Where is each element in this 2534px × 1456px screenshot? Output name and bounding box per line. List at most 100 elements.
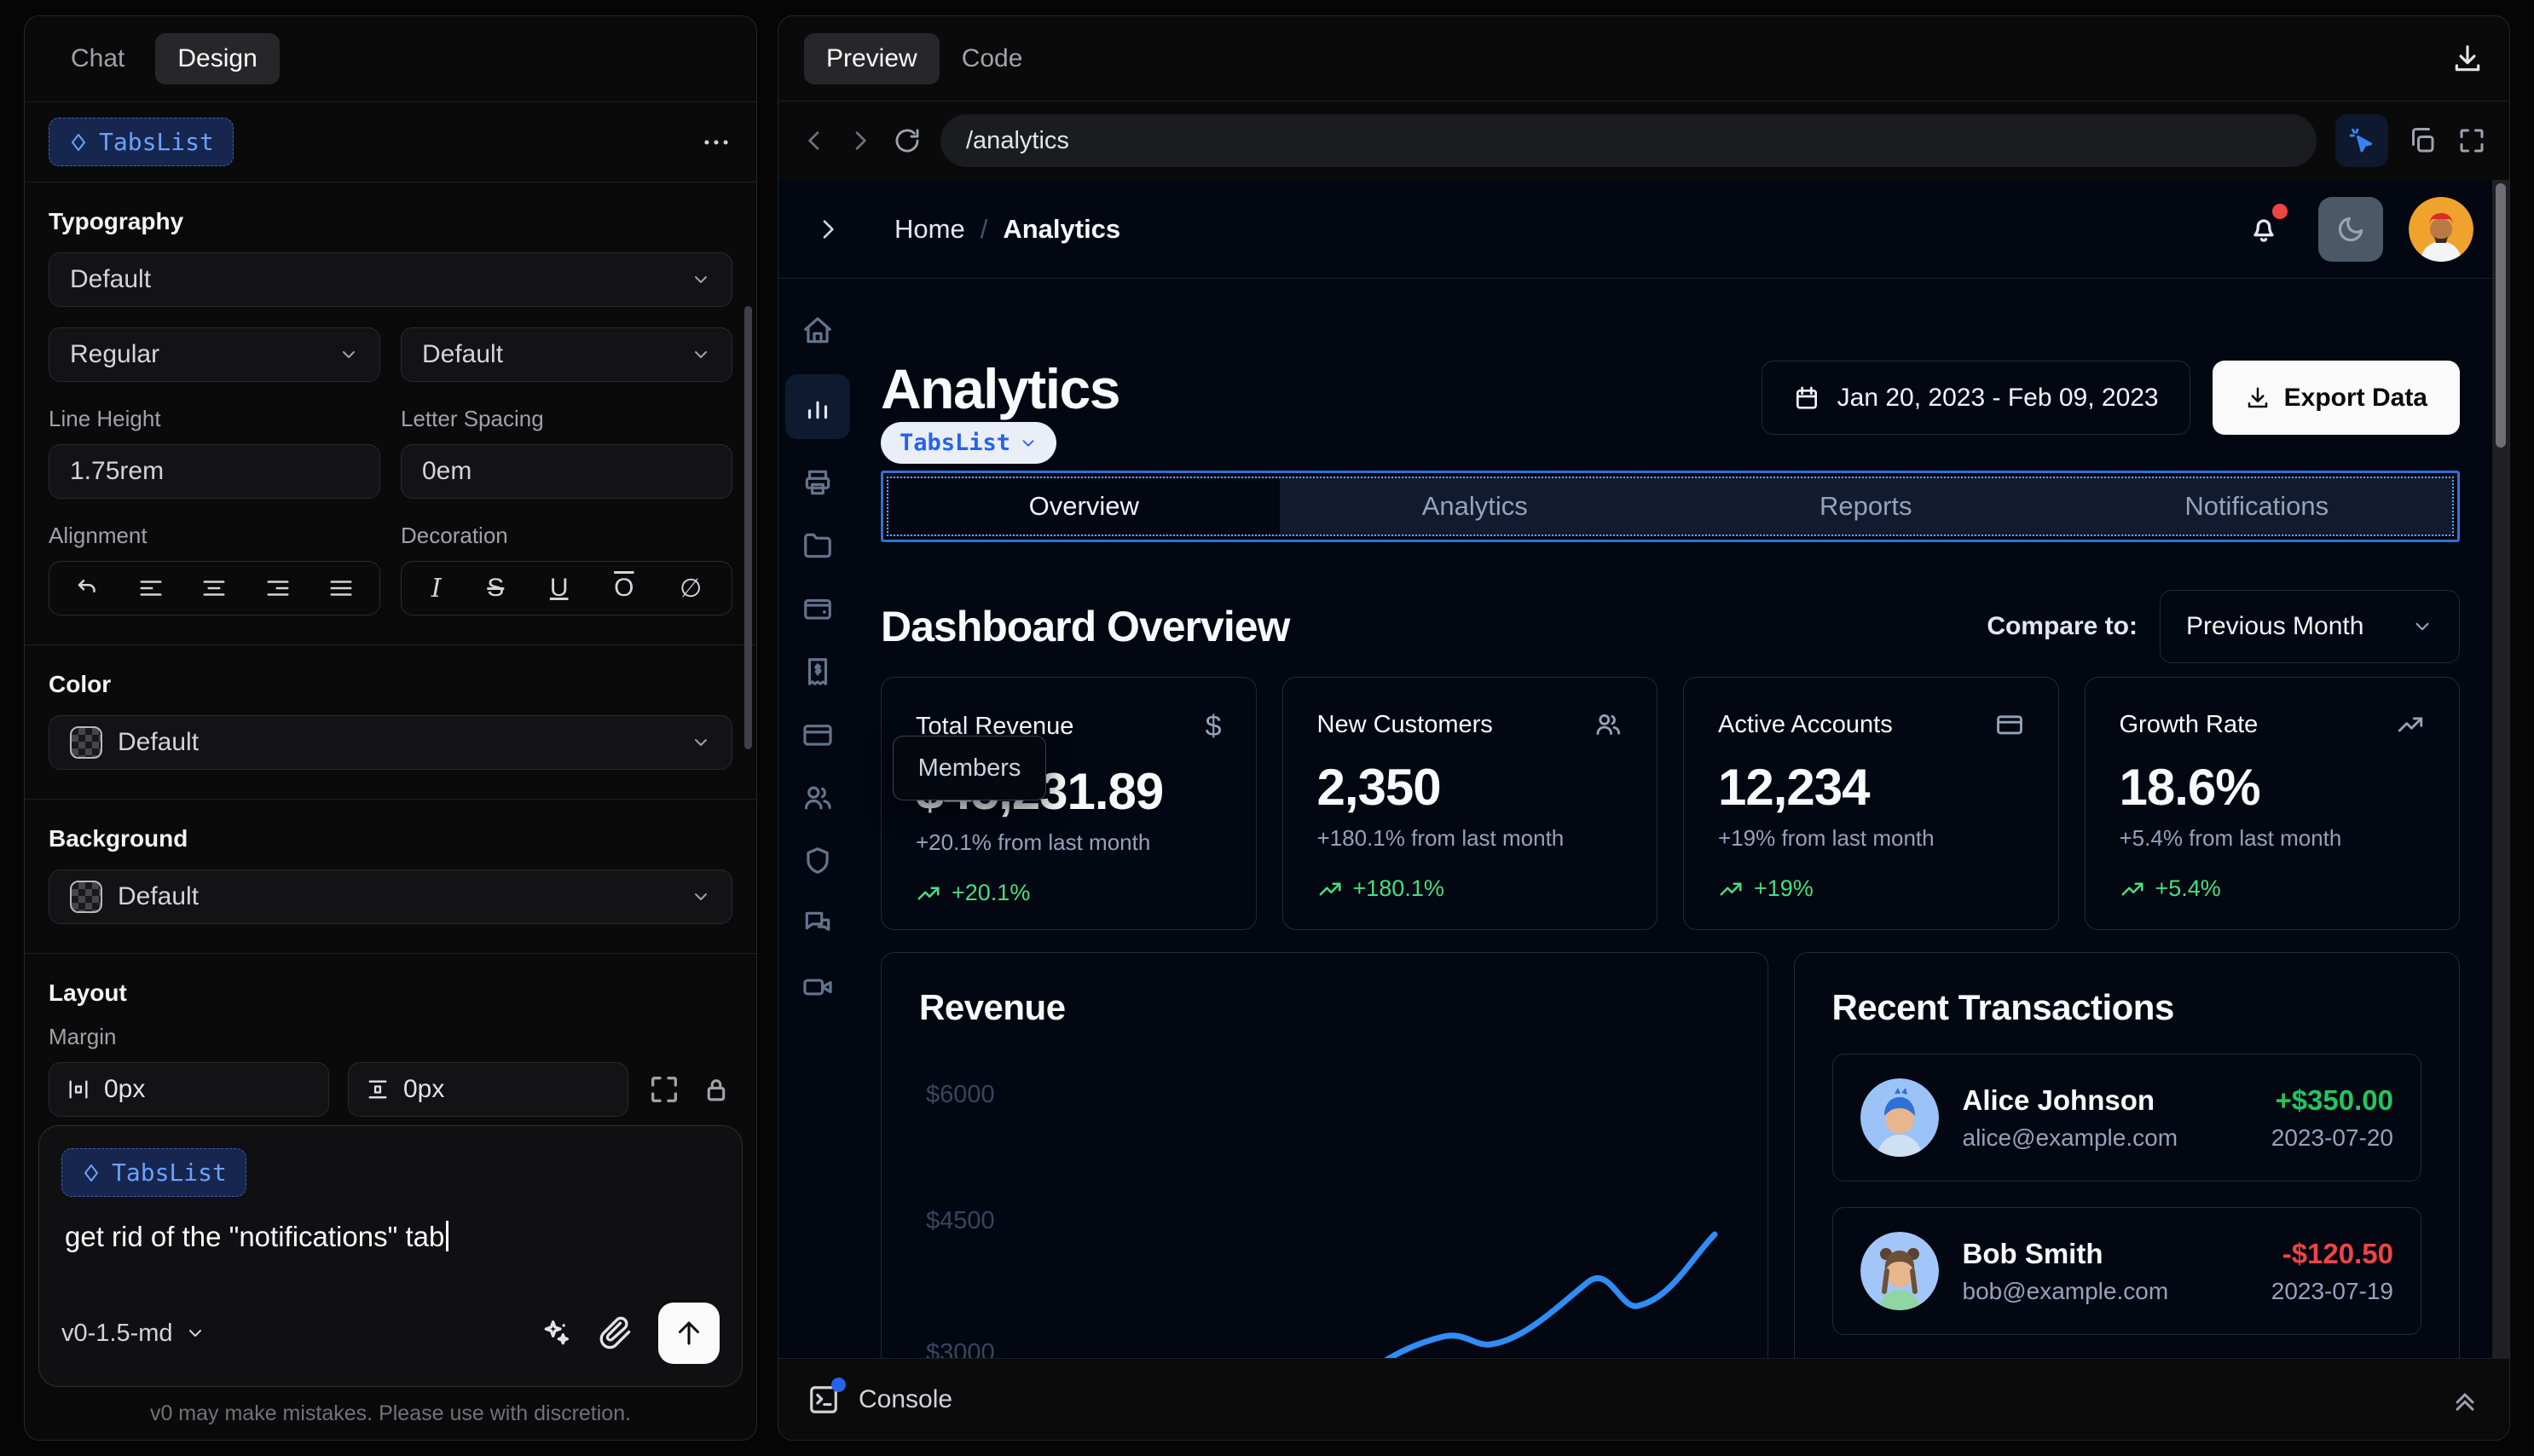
- tab-analytics[interactable]: Analytics: [1280, 478, 1671, 534]
- copy-icon[interactable]: [2407, 125, 2438, 156]
- background-heading: Background: [49, 825, 188, 852]
- section-heading: Dashboard Overview: [881, 603, 1290, 650]
- margin-label: Margin: [49, 1024, 117, 1049]
- decoration-label: Decoration: [401, 523, 508, 548]
- transaction-row[interactable]: Alice Johnson alice@example.com +$350.00…: [1831, 1054, 2421, 1182]
- tab-design[interactable]: Design: [155, 33, 280, 84]
- font-weight-select[interactable]: Regular: [49, 327, 380, 382]
- color-select[interactable]: Default: [49, 715, 732, 770]
- back-icon[interactable]: [801, 127, 828, 154]
- arrow-up-icon: [679, 1321, 699, 1345]
- italic-icon[interactable]: I: [431, 574, 442, 604]
- sidebar-item-receipts[interactable]: [798, 652, 837, 691]
- sidebar-toggle-icon[interactable]: [814, 216, 842, 243]
- tab-notifications[interactable]: Notifications: [2062, 478, 2453, 534]
- overline-icon[interactable]: O: [614, 574, 634, 603]
- preview-scrollbar-thumb[interactable]: [2496, 183, 2506, 448]
- notifications-button[interactable]: [2247, 203, 2288, 246]
- typography-heading: Typography: [49, 208, 184, 234]
- sparkles-icon[interactable]: [539, 1316, 573, 1350]
- sidebar-item-cards[interactable]: [798, 715, 837, 754]
- sidebar-item-folder[interactable]: [798, 526, 837, 565]
- prompt-input[interactable]: get rid of the "notifications" tab: [65, 1221, 716, 1253]
- users-icon: [1596, 714, 1621, 736]
- line-height-input[interactable]: 1.75rem: [49, 444, 380, 499]
- transaction-row[interactable]: Bob Smith bob@example.com -$120.50 2023-…: [1831, 1207, 2421, 1335]
- letter-spacing-input[interactable]: 0em: [401, 444, 732, 499]
- stat-subtitle: +19% from last month: [1718, 825, 1935, 851]
- select-element-button[interactable]: [2335, 114, 2388, 167]
- model-select[interactable]: v0-1.5-md: [61, 1320, 205, 1348]
- font-family-select[interactable]: Default: [49, 252, 732, 307]
- underline-icon[interactable]: U: [550, 574, 569, 603]
- console-bar[interactable]: Console: [778, 1358, 2509, 1440]
- stat-card-new-customers: New Customers 2,350 +180.1% from last mo…: [1281, 677, 1658, 930]
- tab-preview[interactable]: Preview: [804, 32, 940, 84]
- stat-subtitle: +5.4% from last month: [2119, 825, 2342, 851]
- fullscreen-icon[interactable]: [2456, 125, 2487, 156]
- theme-toggle-button[interactable]: [2318, 196, 2383, 262]
- alignment-label: Alignment: [49, 523, 148, 548]
- sidebar-item-wallet[interactable]: [798, 589, 837, 628]
- paperclip-icon[interactable]: [599, 1316, 633, 1350]
- more-menu-icon[interactable]: [700, 126, 732, 159]
- preview-panel: Preview Code /analytics Home / Analytics: [778, 15, 2510, 1441]
- wallet-icon: [804, 598, 831, 620]
- download-icon[interactable]: [2451, 43, 2484, 75]
- color-heading: Color: [49, 671, 112, 697]
- no-decoration-icon[interactable]: ∅: [680, 574, 702, 604]
- notification-badge: [2272, 203, 2288, 219]
- export-data-button[interactable]: Export Data: [2212, 361, 2460, 435]
- margin-y-input[interactable]: 0px: [348, 1062, 628, 1117]
- trending-up-icon: [917, 887, 940, 899]
- breadcrumb-home[interactable]: Home: [894, 214, 965, 245]
- expand-icon[interactable]: [647, 1072, 681, 1106]
- y-tick-4500: $4500: [926, 1207, 995, 1234]
- component-badge[interactable]: TabsList: [881, 422, 1057, 464]
- sidebar-item-analytics[interactable]: [785, 374, 850, 439]
- tab-reports[interactable]: Reports: [1670, 478, 2062, 534]
- video-icon: [803, 979, 832, 996]
- shield-icon: [807, 847, 829, 874]
- sidebar-item-video[interactable]: [798, 968, 837, 1007]
- undo-icon[interactable]: [75, 575, 101, 601]
- align-left-icon[interactable]: [138, 575, 164, 601]
- compare-select[interactable]: Previous Month: [2160, 590, 2460, 663]
- margin-x-input[interactable]: 0px: [49, 1062, 329, 1117]
- chevron-down-icon: [695, 276, 707, 283]
- refresh-icon[interactable]: [893, 126, 922, 155]
- forward-icon[interactable]: [847, 127, 874, 154]
- app-preview-viewport: Home / Analytics Members Analytics TabsL…: [778, 180, 2509, 1440]
- trending-up-icon: [2121, 882, 2143, 895]
- sidebar-item-home[interactable]: [798, 311, 837, 350]
- send-button[interactable]: [658, 1303, 720, 1364]
- font-size-select[interactable]: Default: [401, 327, 732, 382]
- sidebar-item-printer[interactable]: [798, 463, 837, 502]
- align-justify-icon[interactable]: [328, 575, 354, 601]
- sidebar-item-security[interactable]: [798, 841, 837, 881]
- layout-heading: Layout: [49, 979, 127, 1006]
- tab-code[interactable]: Code: [940, 33, 1045, 84]
- stat-value: 12,234: [1718, 759, 1871, 816]
- user-avatar[interactable]: [2409, 196, 2473, 262]
- diamond-icon: [72, 133, 85, 151]
- sidebar-item-messages[interactable]: [798, 904, 837, 944]
- preview-toolbar: Preview Code: [778, 16, 2509, 101]
- preview-scrollbar[interactable]: [2492, 180, 2509, 1358]
- align-right-icon[interactable]: [265, 575, 291, 601]
- lock-icon[interactable]: [700, 1073, 732, 1106]
- date-range-picker[interactable]: Jan 20, 2023 - Feb 09, 2023: [1761, 361, 2190, 435]
- composer-component-chip[interactable]: TabsList: [61, 1148, 246, 1197]
- sidebar-item-members[interactable]: [798, 778, 837, 818]
- prompt-composer[interactable]: TabsList get rid of the "notifications" …: [38, 1125, 743, 1387]
- align-center-icon[interactable]: [201, 575, 227, 601]
- left-panel-scrollbar[interactable]: [744, 306, 752, 749]
- strikethrough-icon[interactable]: S: [487, 574, 504, 603]
- transaction-name: Bob Smith: [1962, 1237, 2103, 1269]
- selected-component-chip[interactable]: TabsList: [49, 118, 234, 166]
- chevrons-up-icon[interactable]: [2450, 1384, 2480, 1415]
- tab-overview[interactable]: Overview: [888, 478, 1280, 534]
- background-select[interactable]: Default: [49, 870, 732, 924]
- url-input[interactable]: /analytics: [940, 114, 2317, 167]
- tab-chat[interactable]: Chat: [49, 33, 147, 84]
